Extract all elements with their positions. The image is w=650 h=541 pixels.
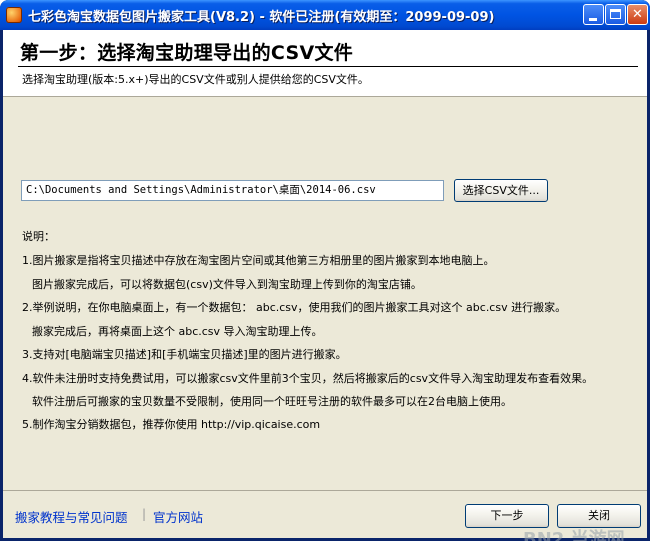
app-logo-icon <box>6 7 22 23</box>
note-line: 5.制作淘宝分销数据包，推荐你使用 http://vip.qicaise.com <box>22 418 321 431</box>
app-window: 七彩色淘宝数据包图片搬家工具(V8.2) - 软件已注册(有效期至：2099-0… <box>0 0 650 541</box>
csv-path-field[interactable]: C:\Documents and Settings\Administrator\… <box>21 180 444 201</box>
step-subtitle: 选择淘宝助理(版本:5.x+)导出的CSV文件或别人提供给您的CSV文件。 <box>22 73 369 86</box>
note-line: 搬家完成后，再将桌面上这个 abc.csv 导入淘宝助理上传。 <box>32 325 323 338</box>
minimize-icon <box>589 18 597 21</box>
note-line: 软件注册后可搬家的宝贝数量不受限制，使用同一个旺旺号注册的软件最多可以在2台电脑… <box>32 395 512 408</box>
window-title: 七彩色淘宝数据包图片搬家工具(V8.2) - 软件已注册(有效期至：2099-0… <box>28 10 495 25</box>
link-separator: | <box>142 507 147 521</box>
note-line: 2.举例说明，在你电脑桌面上，有一个数据包： abc.csv，使用我们的图片搬家… <box>22 301 567 314</box>
note-line: 4.软件未注册时支持免费试用，可以搬家csv文件里前3个宝贝，然后将搬家后的cs… <box>22 372 594 385</box>
maximize-button[interactable] <box>605 4 626 25</box>
note-line: 3.支持对[电脑端宝贝描述]和[手机端宝贝描述]里的图片进行搬家。 <box>22 348 347 361</box>
close-icon: ✕ <box>632 7 643 22</box>
close-button[interactable]: 关闭 <box>557 504 641 528</box>
notes-title: 说明： <box>22 230 55 243</box>
title-bar[interactable]: 七彩色淘宝数据包图片搬家工具(V8.2) - 软件已注册(有效期至：2099-0… <box>0 0 650 30</box>
footer-divider <box>3 490 647 491</box>
choose-csv-button[interactable]: 选择CSV文件... <box>454 179 548 202</box>
tutorial-faq-link[interactable]: 搬家教程与常见问题 <box>15 507 128 526</box>
note-line: 图片搬家完成后，可以将数据包(csv)文件导入到淘宝助理上传到你的淘宝店铺。 <box>32 278 422 291</box>
note-line: 1.图片搬家是指将宝贝描述中存放在淘宝图片空间或其他第三方相册里的图片搬家到本地… <box>22 254 495 267</box>
official-website-link[interactable]: 官方网站 <box>153 507 203 526</box>
wizard-body: 第一步：选择淘宝助理导出的CSV文件 选择淘宝助理(版本:5.x+)导出的CSV… <box>3 30 647 541</box>
step-title: 第一步：选择淘宝助理导出的CSV文件 <box>20 42 354 64</box>
next-step-button[interactable]: 下一步 <box>465 504 549 528</box>
wizard-header: 第一步：选择淘宝助理导出的CSV文件 选择淘宝助理(版本:5.x+)导出的CSV… <box>3 30 647 97</box>
maximize-icon <box>610 9 621 19</box>
title-divider <box>18 66 638 67</box>
minimize-button[interactable] <box>583 4 604 25</box>
close-window-button[interactable]: ✕ <box>627 4 648 25</box>
